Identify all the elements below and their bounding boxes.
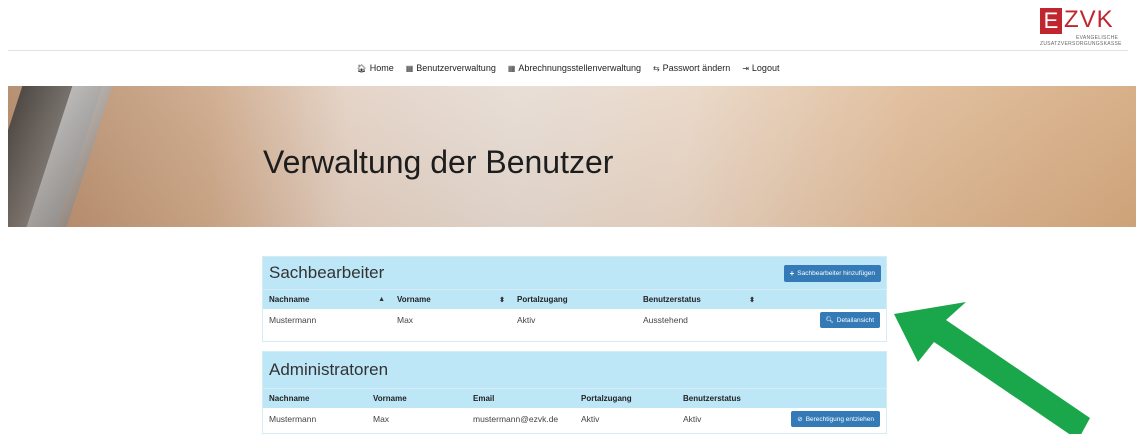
search-icon: 🔍︎ bbox=[825, 317, 834, 324]
cell-nachname: Mustermann bbox=[269, 315, 317, 325]
ban-icon: ⊘ bbox=[797, 416, 803, 423]
nav-home[interactable]: 🏠︎ Home bbox=[357, 63, 394, 73]
sort-icon: ⬍ bbox=[749, 296, 755, 304]
cell-benutzerstatus: Ausstehend bbox=[643, 315, 688, 325]
sachbearbeiter-header: Sachbearbeiter + Sachbearbeiter hinzufüg… bbox=[263, 257, 886, 289]
logo-subtitle-2: ZUSATZVERSORGUNGSKASSE bbox=[1040, 41, 1122, 47]
column-header-nachname[interactable]: Nachname bbox=[263, 394, 367, 403]
plus-icon: + bbox=[789, 268, 795, 278]
table-row: Mustermann Max mustermann@ezvk.de Aktiv … bbox=[263, 408, 886, 430]
nav-abrechnungsstellenverwaltung[interactable]: ▦ Abrechnungsstellenverwaltung bbox=[508, 63, 641, 73]
cell-email: mustermann@ezvk.de bbox=[473, 414, 559, 424]
column-header-benutzerstatus[interactable]: Benutzerstatus bbox=[677, 394, 783, 403]
sort-icon: ⬍ bbox=[499, 296, 505, 304]
sachbearbeiter-title: Sachbearbeiter bbox=[269, 263, 385, 282]
nav-abrechnungsstellenverwaltung-label: Abrechnungsstellenverwaltung bbox=[518, 63, 641, 73]
berechtigung-entziehen-button[interactable]: ⊘ Berechtigung entziehen bbox=[791, 411, 880, 427]
column-header-benutzerstatus[interactable]: Benutzerstatus ⬍ bbox=[637, 295, 761, 304]
nav-logout[interactable]: ⇥ Logout bbox=[742, 63, 779, 73]
nav-benutzerverwaltung[interactable]: ▦ Benutzerverwaltung bbox=[406, 63, 496, 73]
sort-asc-icon: ▲ bbox=[378, 296, 385, 303]
table-row: Mustermann Max Aktiv Ausstehend 🔍︎ Detai… bbox=[263, 309, 886, 331]
arrow-shape bbox=[894, 302, 1090, 434]
swap-icon: ⇆ bbox=[652, 63, 660, 73]
logout-icon: ⇥ bbox=[742, 63, 749, 73]
main-nav: 🏠︎ Home ▦ Benutzerverwaltung ▦ Abrechnun… bbox=[0, 63, 1136, 73]
logo-wordmark: ZVK bbox=[1064, 6, 1114, 33]
table-icon: ▦ bbox=[405, 63, 414, 73]
cell-vorname: Max bbox=[397, 315, 414, 325]
administratoren-panel: Administratoren Nachname Vorname Email P… bbox=[262, 351, 887, 434]
detailansicht-button[interactable]: 🔍︎ Detailansicht bbox=[819, 312, 880, 328]
administratoren-header: Administratoren bbox=[263, 352, 886, 388]
column-header-portalzugang[interactable]: Portalzugang bbox=[575, 394, 677, 403]
nav-logout-label: Logout bbox=[751, 63, 780, 73]
cell-vorname: Max bbox=[373, 414, 390, 424]
cell-benutzerstatus: Aktiv bbox=[683, 414, 702, 424]
cell-nachname: Mustermann bbox=[269, 414, 317, 424]
home-icon: 🏠︎ bbox=[356, 63, 367, 73]
nav-passwort-aendern[interactable]: ⇆ Passwort ändern bbox=[653, 63, 730, 73]
header-divider bbox=[8, 50, 1128, 51]
cell-portalzugang: Aktiv bbox=[517, 315, 536, 325]
column-header-vorname[interactable]: Vorname bbox=[367, 394, 467, 403]
administratoren-table-header: Nachname Vorname Email Portalzugang Benu… bbox=[263, 388, 886, 408]
nav-home-label: Home bbox=[369, 63, 394, 73]
hero-banner: Verwaltung der Benutzer bbox=[8, 86, 1136, 227]
ezvk-logo: E ZVK EVANGELISCHE ZUSATZVERSORGUNGSKASS… bbox=[1040, 6, 1128, 48]
column-header-vorname[interactable]: Vorname ⬍ bbox=[391, 295, 511, 304]
sachbearbeiter-panel: Sachbearbeiter + Sachbearbeiter hinzufüg… bbox=[262, 256, 887, 342]
administratoren-title: Administratoren bbox=[269, 360, 389, 379]
table-icon: ▦ bbox=[507, 63, 516, 73]
column-header-email[interactable]: Email bbox=[467, 394, 575, 403]
column-header-nachname[interactable]: Nachname ▲ bbox=[263, 295, 391, 304]
detailansicht-label: Detailansicht bbox=[836, 316, 874, 324]
add-sachbearbeiter-label: Sachbearbeiter hinzufügen bbox=[797, 269, 875, 277]
logo-e-mark: E bbox=[1040, 8, 1062, 34]
nav-passwort-label: Passwort ändern bbox=[662, 63, 731, 73]
add-sachbearbeiter-button[interactable]: + Sachbearbeiter hinzufügen bbox=[783, 264, 881, 282]
column-header-portalzugang[interactable]: Portalzugang bbox=[511, 295, 637, 304]
nav-benutzerverwaltung-label: Benutzerverwaltung bbox=[416, 63, 496, 73]
berechtigung-entziehen-label: Berechtigung entziehen bbox=[805, 415, 874, 423]
cell-portalzugang: Aktiv bbox=[581, 414, 600, 424]
page-title: Verwaltung der Benutzer bbox=[263, 144, 614, 180]
sachbearbeiter-table-header: Nachname ▲ Vorname ⬍ Portalzugang Benutz… bbox=[263, 289, 886, 309]
annotation-arrow bbox=[894, 302, 1090, 434]
